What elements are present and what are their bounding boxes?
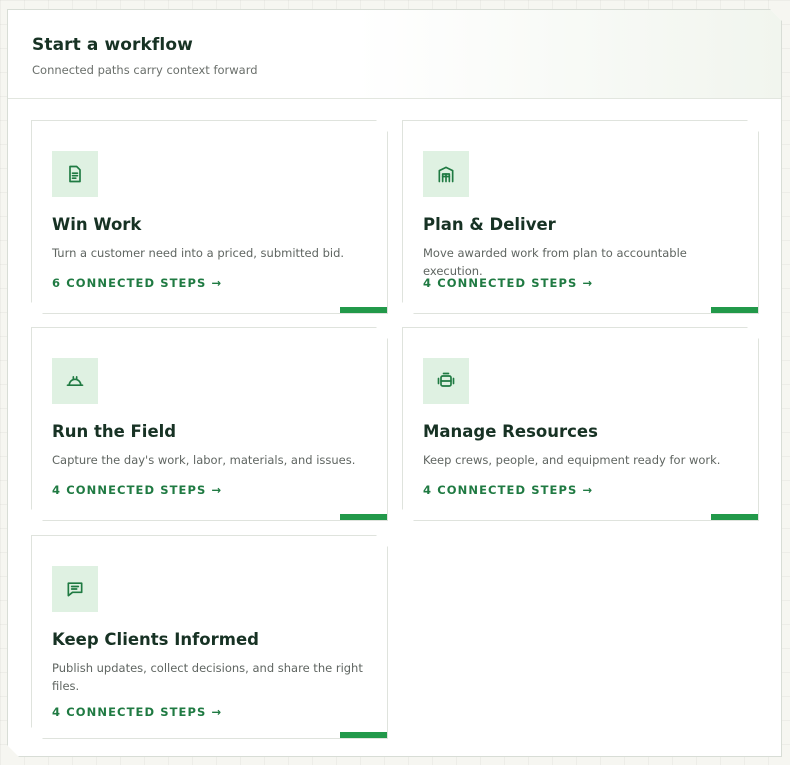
card-accent-bar: [340, 514, 387, 520]
panel-header: Start a workflow Connected paths carry c…: [8, 10, 781, 99]
connected-steps-link[interactable]: 4 CONNECTED STEPS →: [423, 483, 593, 497]
message-icon: [52, 566, 98, 612]
connected-steps-link[interactable]: 4 CONNECTED STEPS →: [52, 705, 222, 719]
hard-hat-icon: [52, 358, 98, 404]
card-title: Plan & Deliver: [423, 215, 556, 234]
warehouse-icon: [423, 151, 469, 197]
panel-title: Start a workflow: [32, 35, 193, 55]
card-accent-bar: [711, 514, 758, 520]
card-title: Keep Clients Informed: [52, 630, 259, 649]
connected-steps-link[interactable]: 4 CONNECTED STEPS →: [423, 276, 593, 290]
card-title: Run the Field: [52, 422, 177, 441]
equipment-icon: [423, 358, 469, 404]
workflow-panel: Start a workflow Connected paths carry c…: [7, 9, 782, 757]
card-description: Capture the day's work, labor, materials…: [52, 453, 356, 467]
workflow-card-plan-deliver[interactable]: Plan & Deliver Move awarded work from pl…: [402, 120, 759, 314]
card-accent-bar: [340, 732, 387, 738]
card-description: Turn a customer need into a priced, subm…: [52, 246, 345, 260]
connected-steps-link[interactable]: 4 CONNECTED STEPS →: [52, 483, 222, 497]
card-description: Keep crews, people, and equipment ready …: [423, 453, 721, 467]
workflow-card-run-field[interactable]: Run the Field Capture the day's work, la…: [31, 327, 388, 521]
card-accent-bar: [340, 307, 387, 313]
card-description: Publish updates, collect decisions, and …: [52, 661, 363, 693]
card-accent-bar: [711, 307, 758, 313]
document-icon: [52, 151, 98, 197]
card-title: Win Work: [52, 215, 142, 234]
panel-subtitle: Connected paths carry context forward: [32, 63, 258, 77]
card-description: Move awarded work from plan to accountab…: [423, 246, 687, 278]
workflow-card-keep-clients-informed[interactable]: Keep Clients Informed Publish updates, c…: [31, 535, 388, 739]
card-title: Manage Resources: [423, 422, 598, 441]
connected-steps-link[interactable]: 6 CONNECTED STEPS →: [52, 276, 222, 290]
workflow-card-win-work[interactable]: Win Work Turn a customer need into a pri…: [31, 120, 388, 314]
workflow-card-manage-resources[interactable]: Manage Resources Keep crews, people, and…: [402, 327, 759, 521]
